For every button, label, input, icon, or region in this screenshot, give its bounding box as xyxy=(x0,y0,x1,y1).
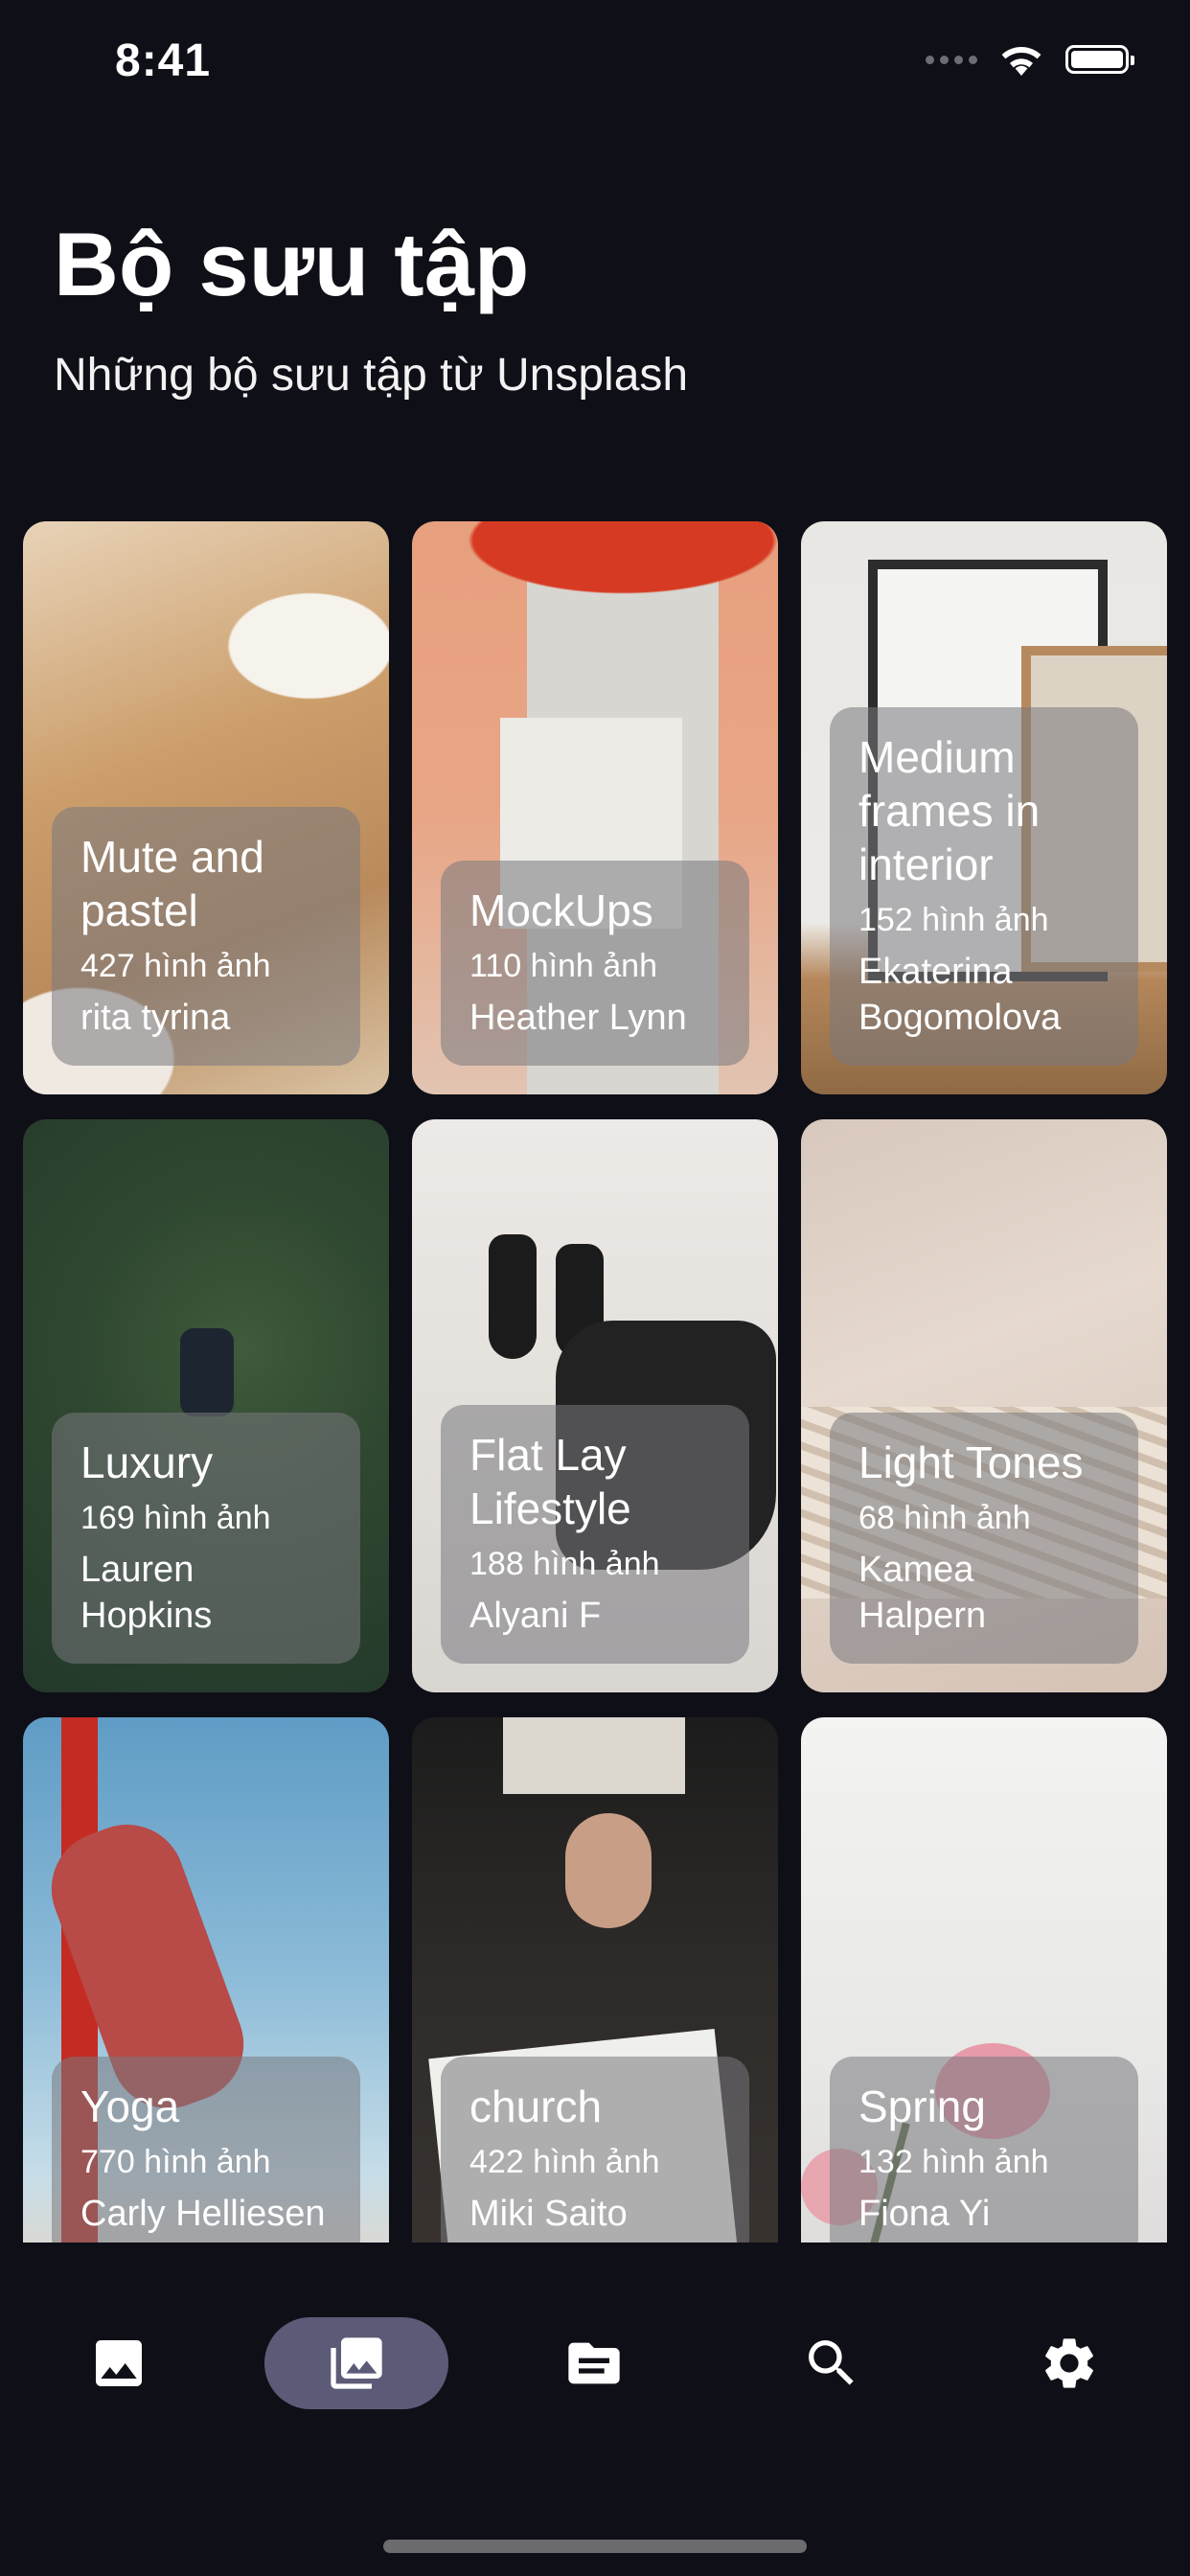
collection-card[interactable]: Luxury 169 hình ảnh Lauren Hopkins xyxy=(23,1119,389,1692)
collection-author: Lauren Hopkins xyxy=(80,1550,213,1636)
page-title: Bộ sưu tập xyxy=(54,214,530,314)
collection-author: rita tyrina xyxy=(80,998,231,1038)
collection-author: Miki Saito xyxy=(469,2194,628,2234)
collection-card[interactable]: Mute and pastel 427 hình ảnh rita tyrina xyxy=(23,521,389,1094)
collection-count: 770 hình ảnh xyxy=(80,2144,271,2180)
collection-title: Light Tones xyxy=(858,1438,1084,1487)
collection-author: Ekaterina Bogomolova xyxy=(858,952,1062,1038)
collections-grid: Mute and pastel 427 hình ảnh rita tyrina… xyxy=(23,521,1167,2242)
collection-author: Heather Lynn xyxy=(469,998,687,1038)
collection-card[interactable]: Light Tones 68 hình ảnh Kamea Halpern xyxy=(801,1119,1167,1692)
nav-articles[interactable] xyxy=(537,2317,652,2409)
home-indicator[interactable] xyxy=(383,2540,807,2553)
collection-count: 68 hình ảnh xyxy=(858,1500,1031,1536)
collection-author: Carly Helliesen xyxy=(80,2194,326,2234)
nav-collections[interactable] xyxy=(264,2317,448,2409)
collection-card[interactable]: MockUps 110 hình ảnh Heather Lynn xyxy=(412,521,778,1094)
collection-author: Kamea Halpern xyxy=(858,1550,987,1636)
status-bar: 8:41 xyxy=(0,0,1190,134)
collection-info-overlay: church 422 hình ảnh Miki Saito xyxy=(441,2057,749,2242)
collection-count: 152 hình ảnh xyxy=(858,902,1049,938)
collection-card[interactable]: church 422 hình ảnh Miki Saito xyxy=(412,1717,778,2242)
collection-count: 422 hình ảnh xyxy=(469,2144,660,2180)
collection-card[interactable]: Spring 132 hình ảnh Fiona Yi xyxy=(801,1717,1167,2242)
collection-title: Mute and pastel xyxy=(80,832,264,935)
status-time: 8:41 xyxy=(115,35,212,86)
collection-count: 110 hình ảnh xyxy=(469,948,657,984)
page-subtitle: Những bộ sưu tập từ Unsplash xyxy=(54,350,689,401)
collection-title: Spring xyxy=(858,2082,986,2131)
battery-icon xyxy=(1065,45,1134,74)
collection-count: 188 hình ảnh xyxy=(469,1546,660,1582)
collection-info-overlay: Yoga 770 hình ảnh Carly Helliesen xyxy=(52,2057,360,2242)
search-icon xyxy=(809,2340,854,2385)
collection-author: Alyani F xyxy=(469,1596,602,1636)
nav-settings[interactable] xyxy=(1012,2317,1127,2409)
collection-info-overlay: Spring 132 hình ảnh Fiona Yi xyxy=(830,2057,1138,2242)
collections-icon xyxy=(331,2337,382,2389)
collections-scroll-area[interactable]: Mute and pastel 427 hình ảnh rita tyrina… xyxy=(0,518,1190,2242)
nav-photos[interactable] xyxy=(61,2317,176,2409)
status-icons xyxy=(926,42,1134,77)
settings-icon xyxy=(1045,2338,1093,2388)
photo-icon xyxy=(96,2340,142,2386)
collection-title: Luxury xyxy=(80,1438,214,1487)
collection-count: 132 hình ảnh xyxy=(858,2144,1049,2180)
collection-card[interactable]: Yoga 770 hình ảnh Carly Helliesen xyxy=(23,1717,389,2242)
bottom-navigation xyxy=(0,2242,1190,2482)
wifi-icon xyxy=(1001,47,1041,76)
collection-info-overlay: Medium frames in interior 152 hình ảnh E… xyxy=(830,707,1138,1066)
collection-card[interactable]: Medium frames in interior 152 hình ảnh E… xyxy=(801,521,1167,1094)
collection-title: Yoga xyxy=(80,2082,180,2131)
collection-info-overlay: Flat Lay Lifestyle 188 hình ảnh Alyani F xyxy=(441,1405,749,1664)
nav-search[interactable] xyxy=(774,2317,889,2409)
collection-card[interactable]: Flat Lay Lifestyle 188 hình ảnh Alyani F xyxy=(412,1119,778,1692)
collection-author: Fiona Yi xyxy=(858,2194,991,2234)
collection-info-overlay: Luxury 169 hình ảnh Lauren Hopkins xyxy=(52,1413,360,1664)
article-icon xyxy=(568,2342,620,2384)
cellular-signal-icon xyxy=(926,55,977,64)
collection-count: 169 hình ảnh xyxy=(80,1500,271,1536)
collection-count: 427 hình ảnh xyxy=(80,948,271,984)
collection-title: MockUps xyxy=(469,886,653,935)
collection-info-overlay: MockUps 110 hình ảnh Heather Lynn xyxy=(441,861,749,1066)
collection-title: Medium frames in interior xyxy=(858,732,1041,889)
collection-title: church xyxy=(469,2082,603,2131)
collection-info-overlay: Mute and pastel 427 hình ảnh rita tyrina xyxy=(52,807,360,1066)
collection-info-overlay: Light Tones 68 hình ảnh Kamea Halpern xyxy=(830,1413,1138,1664)
collection-title: Flat Lay Lifestyle xyxy=(469,1430,631,1533)
